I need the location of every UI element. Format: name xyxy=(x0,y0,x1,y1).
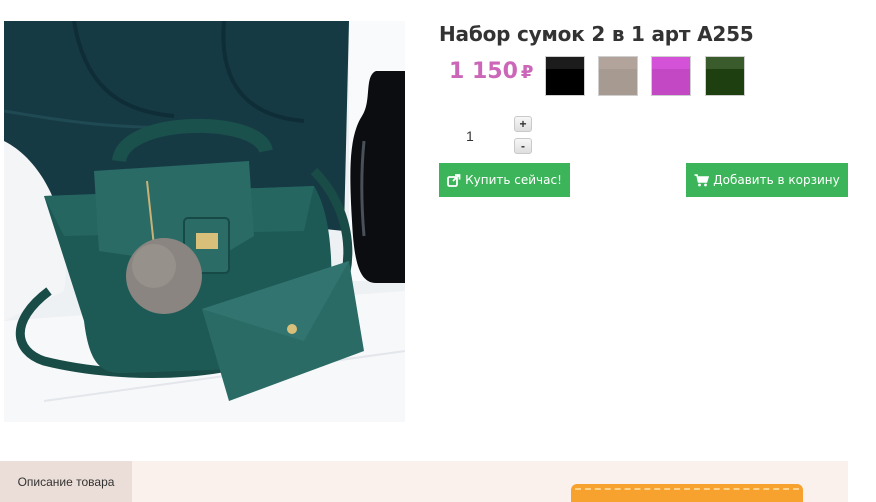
color-swatch-black[interactable] xyxy=(545,56,585,96)
buy-now-label: Купить сейчас! xyxy=(465,173,562,187)
buy-now-button[interactable]: Купить сейчас! xyxy=(439,163,570,197)
product-page: Набор сумок 2 в 1 арт A255 1 150 ₽ 1 + - … xyxy=(0,0,876,502)
color-swatch-dark-green[interactable] xyxy=(705,56,745,96)
price-value: 1 150 xyxy=(449,59,518,84)
product-title: Набор сумок 2 в 1 арт A255 xyxy=(439,22,754,46)
tab-description-label: Описание товара xyxy=(17,474,115,489)
promo-banner[interactable] xyxy=(571,484,803,502)
color-swatch-taupe[interactable] xyxy=(598,56,638,96)
quantity-value[interactable]: 1 xyxy=(466,128,474,144)
add-to-cart-button[interactable]: Добавить в корзину xyxy=(686,163,848,197)
cart-icon xyxy=(694,173,710,186)
color-swatch-magenta[interactable] xyxy=(651,56,691,96)
product-price: 1 150 ₽ xyxy=(449,59,533,84)
currency-symbol: ₽ xyxy=(520,62,534,83)
tab-description[interactable]: Описание товара xyxy=(0,461,132,502)
add-to-cart-label: Добавить в корзину xyxy=(713,173,840,187)
quantity-increment-button[interactable]: + xyxy=(514,116,532,132)
quantity-decrement-button[interactable]: - xyxy=(514,138,532,154)
product-photo[interactable] xyxy=(4,21,405,422)
external-link-icon xyxy=(447,173,461,187)
